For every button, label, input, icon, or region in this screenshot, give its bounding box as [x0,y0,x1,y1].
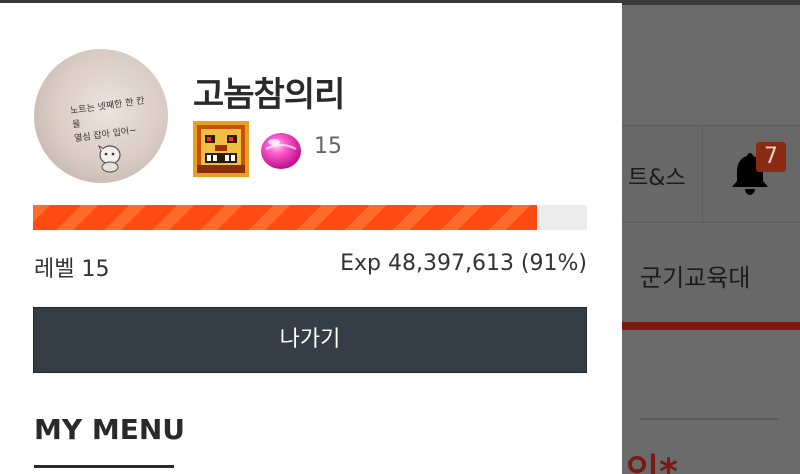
side-drawer: 노트는 넷째한 한 칸을 열심 잡아 입어~ 고놈참의리 15 레벨 15 Ex… [0,0,622,474]
exp-progress-bar [33,205,587,230]
gem-count: 15 [314,134,342,159]
nav-tab-label[interactable]: 군기교육대 [640,258,750,293]
guild-emblem-icon [193,121,249,177]
exp-progress-fill [33,205,538,230]
nickname: 고놈참의리 [193,75,345,115]
tab-divider [702,125,703,223]
active-underline [622,322,800,330]
level-label: 레벨 15 [34,257,110,282]
content-divider [640,418,778,420]
character-icon [97,144,121,173]
content-heading: 인* [626,452,678,474]
avatar-text: 노트는 넷째한 한 칸을 열심 잡아 입어~ [69,96,146,145]
section-underline [34,465,174,468]
avatar[interactable]: 노트는 넷째한 한 칸을 열심 잡아 입어~ [34,49,168,183]
logout-button[interactable]: 나가기 [33,307,587,373]
tab-label[interactable]: 트&스 [628,160,698,192]
notification-badge: 7 [756,142,786,172]
my-menu-title: MY MENU [34,413,186,446]
gem-icon [261,133,301,169]
exp-label: Exp 48,397,613 (91%) [340,251,587,276]
